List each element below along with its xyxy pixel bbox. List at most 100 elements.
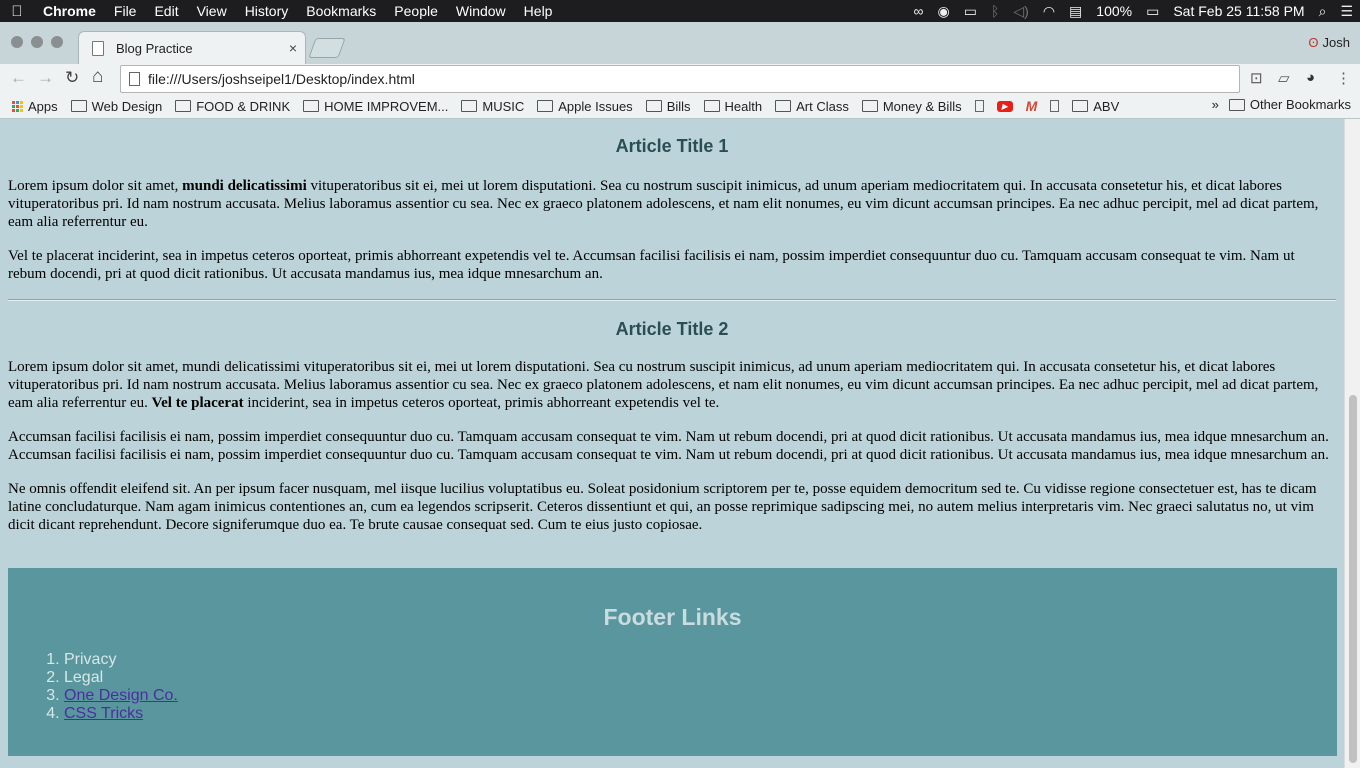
wifi-icon[interactable]: ◠ bbox=[1036, 3, 1062, 20]
youtube-icon: ▶ bbox=[996, 100, 1013, 112]
folder-icon bbox=[461, 100, 478, 112]
footer-item-legal: Legal bbox=[64, 669, 178, 687]
extension-icon[interactable]: ◕ bbox=[1306, 69, 1315, 86]
chrome-menu-icon[interactable]: ⋮ bbox=[1336, 69, 1351, 87]
us-flag-icon[interactable]: ▤ bbox=[1062, 3, 1089, 20]
notification-center-icon[interactable]: ☰ bbox=[1333, 3, 1360, 20]
profile-button[interactable]: ʘ Josh bbox=[1308, 35, 1350, 50]
glasses-icon[interactable]: ∞ bbox=[907, 3, 931, 19]
footer-link-css-tricks[interactable]: CSS Tricks bbox=[64, 705, 143, 722]
footer-item-one-design: One Design Co. bbox=[64, 687, 178, 705]
mac-menu-bar:  Chrome File Edit View History Bookmark… bbox=[0, 0, 1360, 22]
bold-text: Vel te placerat bbox=[151, 395, 244, 411]
bookmarks-overflow-button[interactable]: » bbox=[1212, 97, 1219, 112]
apps-icon bbox=[12, 100, 23, 112]
bookmark-folder-apple-issues[interactable]: Apple Issues bbox=[537, 98, 633, 114]
window-controls bbox=[11, 36, 63, 48]
bookmark-page[interactable] bbox=[1050, 100, 1060, 112]
zoom-window-button[interactable] bbox=[51, 36, 63, 48]
battery-percent[interactable]: 100% bbox=[1089, 3, 1139, 19]
bookmark-label: Web Design bbox=[91, 98, 163, 114]
document-icon bbox=[1050, 100, 1060, 112]
profile-name: Josh bbox=[1322, 35, 1350, 50]
cast-icon[interactable]: ⊡ bbox=[1250, 69, 1263, 87]
page-info-icon[interactable] bbox=[129, 72, 140, 86]
bookmark-page[interactable] bbox=[974, 100, 984, 112]
bookmark-label: Apps bbox=[28, 98, 58, 114]
folder-icon bbox=[70, 100, 87, 112]
gmail-icon: M bbox=[1025, 98, 1038, 114]
bookmark-folder-abv[interactable]: ABV bbox=[1072, 99, 1119, 114]
menu-help[interactable]: Help bbox=[515, 0, 562, 22]
article-1: Article Title 1 Lorem ipsum dolor sit am… bbox=[0, 119, 1344, 301]
menu-window[interactable]: Window bbox=[447, 0, 515, 22]
footer-item-css-tricks: CSS Tricks bbox=[64, 705, 178, 723]
reload-button[interactable]: ↻ bbox=[65, 68, 79, 88]
creative-cloud-icon[interactable]: ◉ bbox=[931, 3, 957, 20]
profile-icon: ʘ bbox=[1308, 35, 1319, 50]
menu-people[interactable]: People bbox=[385, 0, 447, 22]
bookmark-folder-web-design[interactable]: Web Design bbox=[70, 98, 163, 114]
bookmark-folder-art-class[interactable]: Art Class bbox=[775, 99, 849, 114]
footer: Footer Links Privacy Legal One Design Co… bbox=[8, 568, 1337, 756]
article-title: Article Title 1 bbox=[615, 136, 729, 156]
bookmarks-right: » Other Bookmarks bbox=[1212, 97, 1351, 112]
home-button[interactable]: ⌂ bbox=[92, 66, 103, 88]
bookmark-label: Health bbox=[724, 98, 763, 114]
new-tab-button[interactable] bbox=[308, 38, 346, 58]
menu-file[interactable]: File bbox=[105, 0, 146, 22]
apple-menu-icon[interactable]:  bbox=[0, 3, 34, 20]
bookmark-label: Apple Issues bbox=[558, 98, 633, 114]
bookmark-gmail[interactable]: M bbox=[1026, 98, 1038, 114]
volume-icon[interactable]: ◁) bbox=[1006, 3, 1035, 20]
tab-blog-practice[interactable]: Blog Practice × bbox=[78, 31, 306, 65]
paragraph-text: Lorem ipsum dolor sit amet, bbox=[8, 178, 183, 194]
menu-chrome[interactable]: Chrome bbox=[34, 0, 105, 22]
folder-icon bbox=[703, 100, 720, 112]
battery-icon[interactable]: ▭ bbox=[1139, 3, 1166, 20]
bookmark-apps[interactable]: Apps bbox=[28, 99, 58, 114]
bookmark-folder-money-bills[interactable]: Money & Bills bbox=[861, 99, 962, 114]
bluetooth-icon[interactable]: ᛒ bbox=[984, 3, 1006, 19]
spotlight-search-icon[interactable]: ⌕ bbox=[1312, 3, 1334, 20]
article-paragraph: Accumsan facilisi facilisis ei nam, poss… bbox=[8, 429, 1329, 463]
menu-edit[interactable]: Edit bbox=[145, 0, 187, 22]
scrollbar-thumb[interactable] bbox=[1349, 395, 1357, 763]
airplay-icon[interactable]: ▭ bbox=[957, 3, 984, 20]
screen-icon[interactable]: ▱ bbox=[1278, 69, 1290, 87]
menu-history[interactable]: History bbox=[236, 0, 298, 22]
vertical-scrollbar[interactable] bbox=[1344, 119, 1360, 768]
bookmark-folder-other[interactable]: Other Bookmarks bbox=[1228, 97, 1351, 112]
close-window-button[interactable] bbox=[11, 36, 23, 48]
article-paragraph: Vel te placerat inciderint, sea in impet… bbox=[8, 248, 1295, 282]
bookmark-folder-bills[interactable]: Bills bbox=[645, 99, 691, 114]
back-button[interactable]: ← bbox=[10, 68, 27, 88]
bookmark-folder-music[interactable]: MUSIC bbox=[461, 99, 524, 114]
folder-icon bbox=[861, 100, 878, 112]
menu-bookmarks[interactable]: Bookmarks bbox=[297, 0, 385, 22]
minimize-window-button[interactable] bbox=[31, 36, 43, 48]
bookmark-youtube[interactable]: ▶ bbox=[996, 100, 1013, 112]
menu-view[interactable]: View bbox=[188, 0, 236, 22]
bookmark-label: FOOD & DRINK bbox=[196, 98, 291, 114]
folder-icon bbox=[1228, 98, 1245, 111]
status-area: ∞ ◉ ▭ ᛒ ◁) ◠ ▤ 100% ▭ Sat Feb 25 11:58 P… bbox=[907, 0, 1360, 22]
bookmark-folder-food-drink[interactable]: FOOD & DRINK bbox=[175, 99, 290, 114]
page-viewport: Article Title 1 Lorem ipsum dolor sit am… bbox=[0, 119, 1344, 768]
bookmark-folder-health[interactable]: Health bbox=[703, 98, 763, 114]
bookmark-folder-home-improvement[interactable]: HOME IMPROVEM... bbox=[303, 99, 448, 114]
folder-icon bbox=[1072, 100, 1089, 112]
close-tab-icon[interactable]: × bbox=[289, 40, 297, 56]
article-2: Article Title 2 Lorem ipsum dolor sit am… bbox=[0, 301, 1344, 534]
address-bar[interactable]: file:///Users/joshseipel1/Desktop/index.… bbox=[120, 65, 1240, 93]
forward-button[interactable]: → bbox=[37, 68, 54, 88]
tab-strip: Blog Practice × ʘ Josh bbox=[0, 22, 1360, 65]
folder-icon bbox=[775, 100, 792, 112]
footer-title: Footer Links bbox=[603, 604, 742, 630]
clock[interactable]: Sat Feb 25 11:58 PM bbox=[1166, 3, 1311, 19]
article-title: Article Title 2 bbox=[615, 319, 729, 339]
page-icon bbox=[92, 41, 104, 56]
bookmark-label: HOME IMPROVEM... bbox=[324, 98, 449, 114]
footer-link-one-design[interactable]: One Design Co. bbox=[64, 687, 178, 704]
bookmark-label: ABV bbox=[1093, 98, 1120, 114]
